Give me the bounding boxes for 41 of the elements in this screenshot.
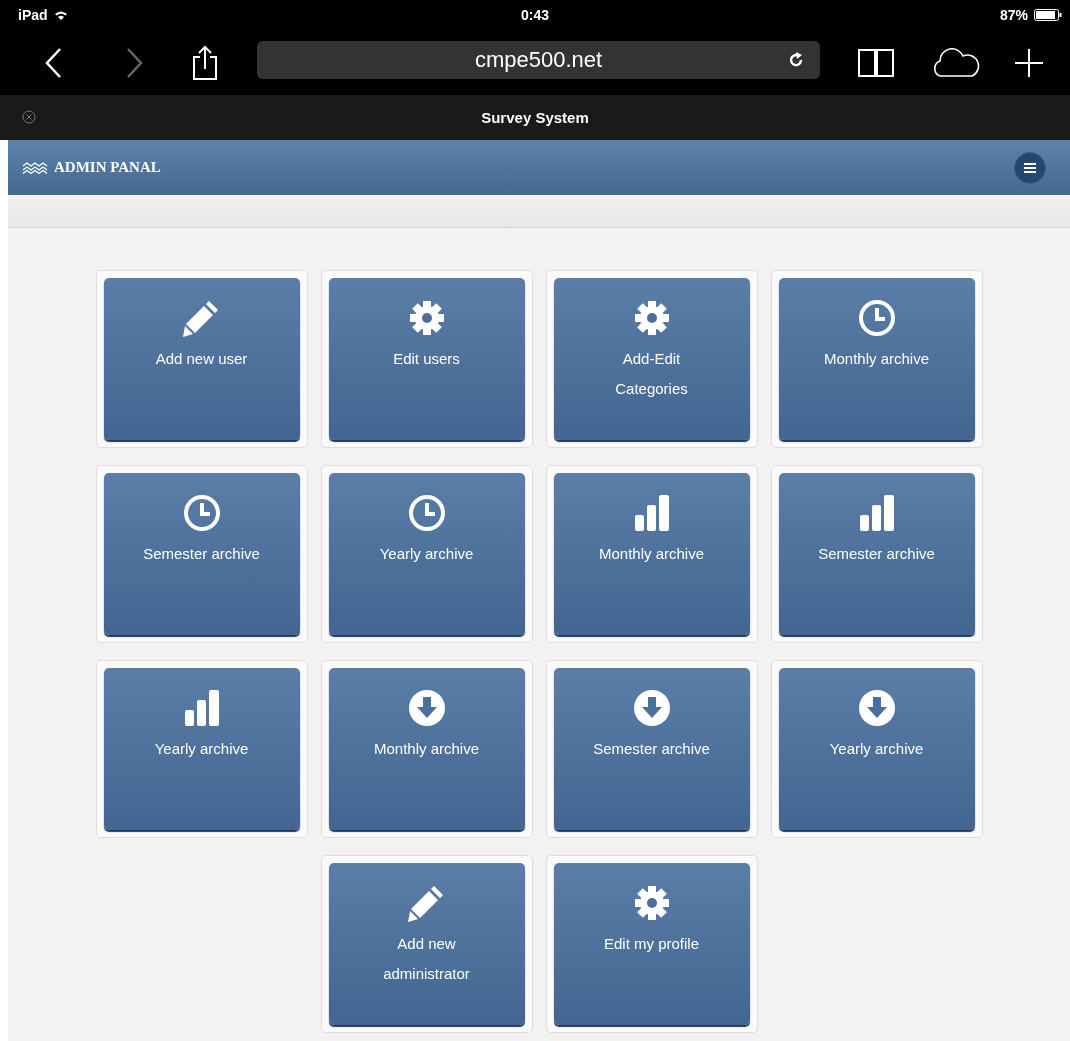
tile-button[interactable]: Yearly archive [328, 473, 525, 635]
forward-icon[interactable] [124, 46, 144, 79]
clock-icon [407, 494, 446, 532]
bar-chart-icon [632, 495, 671, 531]
bar-chart-icon [182, 690, 221, 726]
reload-icon[interactable] [788, 52, 804, 68]
menu-button[interactable] [1014, 151, 1046, 184]
download-icon [632, 689, 671, 727]
panel-title: ADMIN PANAL [54, 159, 161, 176]
wifi-icon [53, 9, 68, 21]
battery-icon [1034, 9, 1062, 21]
share-icon[interactable] [192, 44, 218, 81]
close-icon[interactable] [22, 110, 36, 124]
tile-button[interactable]: Add new administrator [328, 863, 525, 1025]
book-icon[interactable] [858, 47, 894, 78]
menu-icon [1023, 161, 1037, 174]
tile-button[interactable]: Semester archive [553, 668, 750, 830]
download-icon [407, 689, 446, 727]
tile-button[interactable]: Edit users [328, 278, 525, 440]
clock-time: 0:43 [521, 7, 549, 23]
tile-button[interactable]: Add-Edit Categories [553, 278, 750, 440]
tile-button[interactable]: Edit my profile [553, 863, 750, 1025]
bar-chart-icon [857, 495, 896, 531]
clock-icon [857, 299, 896, 337]
tile-button[interactable]: Yearly archive [778, 668, 975, 830]
tile-button[interactable]: Yearly archive [103, 668, 300, 830]
tab-title[interactable]: Survey System [481, 109, 589, 126]
download-icon [857, 689, 896, 727]
clock-icon [182, 494, 221, 532]
new-tab-icon[interactable] [1014, 47, 1044, 78]
tile-button[interactable]: Add new user [103, 278, 300, 440]
battery-percent: 87% [999, 7, 1028, 23]
tile-button[interactable]: Semester archive [778, 473, 975, 635]
address-bar[interactable]: cmpe500.net [257, 41, 820, 79]
waves-icon [22, 161, 48, 174]
tile-button[interactable]: Monthly archive [778, 278, 975, 440]
tile-button[interactable]: Semester archive [103, 473, 300, 635]
back-icon[interactable] [44, 46, 64, 79]
device-name: iPad [18, 7, 48, 23]
tile-button[interactable]: Monthly archive [553, 473, 750, 635]
tile-button[interactable]: Monthly archive [328, 668, 525, 830]
